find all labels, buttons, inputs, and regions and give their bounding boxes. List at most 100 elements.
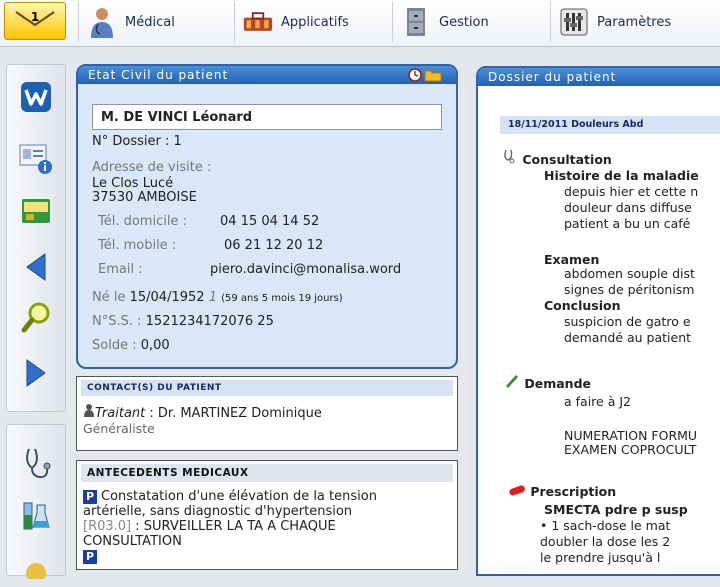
contacts-panel: Contact(s) du patient Traitant : Dr. MAR… — [76, 376, 458, 451]
etat-civil-panel: Etat Civil du patient M. DE VINCI Léonar… — [76, 64, 458, 369]
consultation-date-bar[interactable]: 18/11/2011 Douleurs Abd — [500, 116, 720, 134]
histoire-line3: patient a bu un café — [564, 216, 691, 231]
antecedent-note1: : SURVEILLER LA TA A CHAQUE — [135, 519, 336, 534]
menu-parametres[interactable]: Paramètres — [550, 2, 712, 42]
antecedent-item[interactable]: P Constatation d'une élévation de la tens… — [83, 489, 377, 564]
examen-line1: abdomen souple dist — [564, 266, 695, 281]
demande-line1: a faire à J2 — [564, 394, 631, 409]
birth-line: Né le 15/04/1952 1 (59 ans 5 mois 19 jou… — [92, 290, 343, 305]
p-badge-icon: P — [83, 549, 97, 564]
id-card-info-icon — [19, 144, 52, 174]
w-app-button[interactable] — [17, 79, 55, 115]
dossier-panel: Dossier du patient 18/11/2011 Douleurs A… — [476, 66, 720, 576]
prescription-heading: Prescription — [508, 484, 616, 499]
dossier-number: N° Dossier : 1 — [92, 134, 182, 149]
demande-line3: EXAMEN COPROCULT — [564, 442, 697, 457]
next-button[interactable] — [17, 355, 55, 391]
nss-label: N°S.S. : — [92, 314, 142, 329]
top-menu-bar: 1 Médical Applicatifs Gestion Paramètres — [0, 0, 720, 47]
conclusion-label: Conclusion — [544, 298, 621, 313]
contact-specialite: Généraliste — [83, 421, 155, 436]
patient-name: M. DE VINCI Léonard — [92, 104, 442, 130]
stethoscope-button[interactable] — [17, 445, 55, 481]
antecedents-panel: ANTECEDENTS MEDICAUX P Constatation d'une… — [76, 460, 458, 570]
prescription-title: SMECTA pdre p susp — [544, 502, 688, 517]
left-toolbar-medical — [6, 424, 66, 579]
histoire-line2: douleur dans diffuse — [564, 200, 692, 215]
toolbox-icon — [243, 6, 273, 38]
w-logo-icon — [21, 82, 51, 112]
birth-date: 15/04/1952 — [129, 290, 205, 305]
pen-icon — [504, 375, 520, 391]
antecedent-line2: artérielle, sans diagnostic d'hypertensi… — [83, 504, 353, 519]
pill-icon — [508, 484, 526, 499]
nss-number: 1521234172076 25 — [145, 314, 274, 329]
conclusion-line1: suspicion de gatro e — [564, 314, 691, 329]
email-label: Email : — [98, 262, 143, 277]
solde-line: Solde : 0,00 — [92, 338, 170, 353]
cabinet-icon — [401, 6, 431, 38]
menu-medical-label: Médical — [125, 14, 175, 30]
consultation-heading: Consultation — [502, 148, 612, 167]
tel-mobile-label: Tél. mobile : — [98, 238, 177, 253]
clock-icon[interactable] — [408, 68, 422, 87]
solde-label: Solde : — [92, 338, 137, 353]
contacts-title: Contact(s) du patient — [81, 380, 453, 396]
stethoscope-icon — [26, 448, 51, 479]
menu-gestion[interactable]: Gestion — [392, 2, 550, 42]
prescription-label: Prescription — [530, 484, 617, 499]
address-line2: 37530 AMBOISE — [92, 190, 197, 205]
p-badge-icon: P — [83, 489, 97, 504]
address-line1: Le Clos Lucé — [92, 176, 174, 191]
examen-label: Examen — [544, 252, 600, 267]
histoire-line1: depuis hier et cette n — [564, 184, 699, 199]
doctor-icon — [87, 6, 117, 38]
folder-icon[interactable] — [424, 69, 442, 87]
antecedents-title: ANTECEDENTS MEDICAUX — [81, 464, 453, 482]
tel-domicile-label: Tél. domicile : — [98, 214, 187, 229]
magnifier-icon — [21, 302, 50, 333]
examen-line2: signes de péritonism — [564, 282, 695, 297]
arrow-right-icon — [26, 359, 46, 387]
antecedent-line1: Constatation d'une élévation de la tensi… — [101, 489, 377, 504]
traitant-label: Traitant — [95, 406, 146, 421]
tel-domicile: 04 15 04 14 52 — [220, 214, 320, 229]
more-tools-button[interactable] — [17, 551, 55, 587]
patient-card-button[interactable] — [17, 141, 55, 177]
conclusion-line2: demandé au patient — [564, 330, 692, 345]
patient-age: (59 ans 5 mois 19 jours) — [221, 293, 343, 304]
menu-applicatifs-label: Applicatifs — [281, 14, 349, 30]
menu-parametres-label: Paramètres — [597, 14, 672, 30]
antecedent-code: [R03.0] — [83, 519, 132, 534]
person-icon — [83, 404, 95, 421]
menu-applicatifs[interactable]: Applicatifs — [234, 2, 392, 42]
demande-label: Demande — [524, 376, 591, 391]
birth-number: 1 — [208, 290, 217, 305]
vitale-card-icon — [22, 199, 50, 223]
lab-button[interactable] — [17, 497, 55, 533]
birth-label: Né le — [92, 290, 126, 305]
nss-line: N°S.S. : 1521234172076 25 — [92, 314, 274, 329]
menu-medical[interactable]: Médical — [78, 2, 234, 42]
message-count: 1 — [30, 10, 40, 24]
dossier-title: Dossier du patient — [478, 68, 720, 86]
consultation-icon — [502, 149, 518, 167]
messages-button[interactable]: 1 — [4, 2, 66, 40]
lab-flask-icon — [23, 502, 50, 530]
email-link[interactable]: piero.davinci@monalisa.word — [210, 262, 401, 277]
arrow-left-icon — [26, 253, 46, 281]
address-label: Adresse de visite : — [92, 160, 212, 175]
antecedent-note2: CONSULTATION — [83, 534, 182, 549]
menu-gestion-label: Gestion — [439, 14, 489, 30]
prescription-line1: • 1 sach-dose le mat — [540, 518, 671, 533]
previous-button[interactable] — [17, 249, 55, 285]
prescription-line2: doubler la dose les 2 — [540, 534, 671, 549]
search-button[interactable] — [17, 299, 55, 335]
tool-icon — [26, 563, 46, 579]
etat-civil-title: Etat Civil du patient — [88, 68, 229, 82]
consultation-label: Consultation — [522, 152, 612, 167]
vitale-card-button[interactable] — [17, 193, 55, 229]
settings-panel-icon — [559, 6, 589, 38]
demande-line2: NUMERATION FORMU — [564, 428, 698, 443]
contact-traitant[interactable]: Traitant : Dr. MARTINEZ Dominique — [83, 403, 322, 421]
